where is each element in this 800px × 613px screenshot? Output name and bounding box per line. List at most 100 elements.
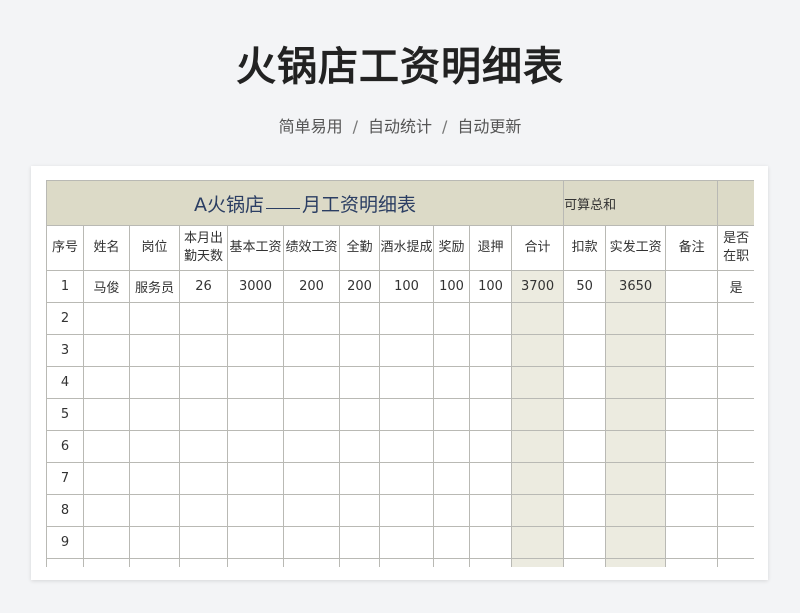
table-cell[interactable] xyxy=(433,526,470,559)
table-cell[interactable] xyxy=(227,462,284,495)
table-cell[interactable] xyxy=(510,334,565,367)
table-cell[interactable] xyxy=(717,334,754,367)
table-cell[interactable] xyxy=(129,398,180,431)
header-cell[interactable]: 合计 xyxy=(510,225,565,271)
header-cell[interactable]: 酒水提成 xyxy=(379,225,434,271)
table-cell[interactable] xyxy=(379,334,434,367)
table-cell[interactable] xyxy=(605,366,667,399)
table-cell[interactable] xyxy=(227,526,284,559)
table-cell[interactable] xyxy=(83,558,130,567)
table-cell[interactable] xyxy=(433,334,470,367)
table-cell[interactable]: 服务员 xyxy=(129,270,180,303)
table-cell[interactable] xyxy=(227,302,284,335)
table-cell[interactable] xyxy=(605,558,667,567)
table-cell[interactable] xyxy=(379,558,434,567)
table-cell[interactable] xyxy=(283,526,340,559)
header-cell[interactable]: 奖励 xyxy=(433,225,470,271)
table-cell[interactable] xyxy=(339,302,380,335)
table-cell[interactable] xyxy=(717,494,754,527)
table-cell[interactable] xyxy=(129,526,180,559)
table-cell[interactable] xyxy=(665,430,719,463)
table-cell[interactable] xyxy=(717,526,754,559)
table-cell[interactable] xyxy=(379,398,434,431)
sheet-title[interactable]: A火锅店 月工资明细表 xyxy=(46,180,565,226)
header-cell[interactable]: 姓名 xyxy=(83,225,130,271)
table-cell[interactable]: 100 xyxy=(469,270,512,303)
header-cell[interactable]: 是否在职 xyxy=(717,225,754,271)
table-cell[interactable] xyxy=(283,334,340,367)
table-cell[interactable] xyxy=(563,302,607,335)
table-cell[interactable] xyxy=(379,526,434,559)
table-cell[interactable] xyxy=(665,270,719,303)
table-cell[interactable] xyxy=(339,398,380,431)
table-cell[interactable]: 100 xyxy=(433,270,470,303)
table-cell[interactable] xyxy=(129,494,180,527)
table-cell[interactable] xyxy=(179,430,228,463)
header-cell[interactable]: 退押 xyxy=(469,225,512,271)
table-cell[interactable] xyxy=(129,430,180,463)
table-cell[interactable] xyxy=(510,398,565,431)
table-cell[interactable] xyxy=(83,430,130,463)
table-cell[interactable] xyxy=(83,366,130,399)
table-cell[interactable]: 7 xyxy=(46,462,84,495)
sum-label[interactable]: 可算总和 xyxy=(563,180,719,226)
table-cell[interactable]: 3650 xyxy=(605,270,667,303)
table-cell[interactable] xyxy=(665,494,719,527)
table-cell[interactable] xyxy=(83,334,130,367)
table-cell[interactable] xyxy=(379,462,434,495)
table-cell[interactable]: 8 xyxy=(46,494,84,527)
table-cell[interactable] xyxy=(605,398,667,431)
table-cell[interactable] xyxy=(179,334,228,367)
table-cell[interactable] xyxy=(433,558,470,567)
table-cell[interactable] xyxy=(83,462,130,495)
table-cell[interactable] xyxy=(510,430,565,463)
sum-value[interactable] xyxy=(717,180,754,226)
table-cell[interactable] xyxy=(129,334,180,367)
table-cell[interactable]: 5 xyxy=(46,398,84,431)
header-cell[interactable]: 序号 xyxy=(46,225,84,271)
table-cell[interactable] xyxy=(665,462,719,495)
table-cell[interactable]: 50 xyxy=(563,270,607,303)
table-cell[interactable] xyxy=(717,398,754,431)
table-cell[interactable] xyxy=(379,494,434,527)
table-cell[interactable]: 2 xyxy=(46,302,84,335)
table-cell[interactable] xyxy=(433,462,470,495)
table-cell[interactable] xyxy=(510,366,565,399)
table-cell[interactable]: 200 xyxy=(339,270,380,303)
table-cell[interactable] xyxy=(563,462,607,495)
table-cell[interactable] xyxy=(469,526,512,559)
table-cell[interactable]: 9 xyxy=(46,526,84,559)
header-cell[interactable]: 全勤 xyxy=(339,225,380,271)
header-cell[interactable]: 岗位 xyxy=(129,225,180,271)
table-cell[interactable] xyxy=(433,430,470,463)
table-cell[interactable] xyxy=(665,398,719,431)
table-cell[interactable] xyxy=(83,494,130,527)
table-cell[interactable] xyxy=(283,494,340,527)
table-cell[interactable] xyxy=(433,302,470,335)
table-cell[interactable] xyxy=(227,430,284,463)
table-cell[interactable]: 6 xyxy=(46,430,84,463)
table-cell[interactable] xyxy=(433,398,470,431)
table-cell[interactable] xyxy=(605,302,667,335)
table-cell[interactable] xyxy=(379,366,434,399)
table-cell[interactable] xyxy=(179,494,228,527)
table-cell[interactable] xyxy=(605,494,667,527)
table-cell[interactable] xyxy=(379,430,434,463)
table-cell[interactable] xyxy=(665,334,719,367)
header-cell[interactable]: 基本工资 xyxy=(227,225,284,271)
table-cell[interactable] xyxy=(179,302,228,335)
table-cell[interactable] xyxy=(665,366,719,399)
table-cell[interactable] xyxy=(563,430,607,463)
table-cell[interactable] xyxy=(83,526,130,559)
table-cell[interactable] xyxy=(469,302,512,335)
table-cell[interactable] xyxy=(510,558,565,567)
table-cell[interactable]: 1 xyxy=(46,270,84,303)
table-cell[interactable] xyxy=(510,462,565,495)
table-cell[interactable] xyxy=(339,462,380,495)
table-cell[interactable] xyxy=(563,366,607,399)
table-cell[interactable] xyxy=(179,366,228,399)
table-cell[interactable]: 4 xyxy=(46,366,84,399)
table-cell[interactable] xyxy=(129,462,180,495)
table-cell[interactable] xyxy=(339,558,380,567)
table-cell[interactable] xyxy=(665,526,719,559)
